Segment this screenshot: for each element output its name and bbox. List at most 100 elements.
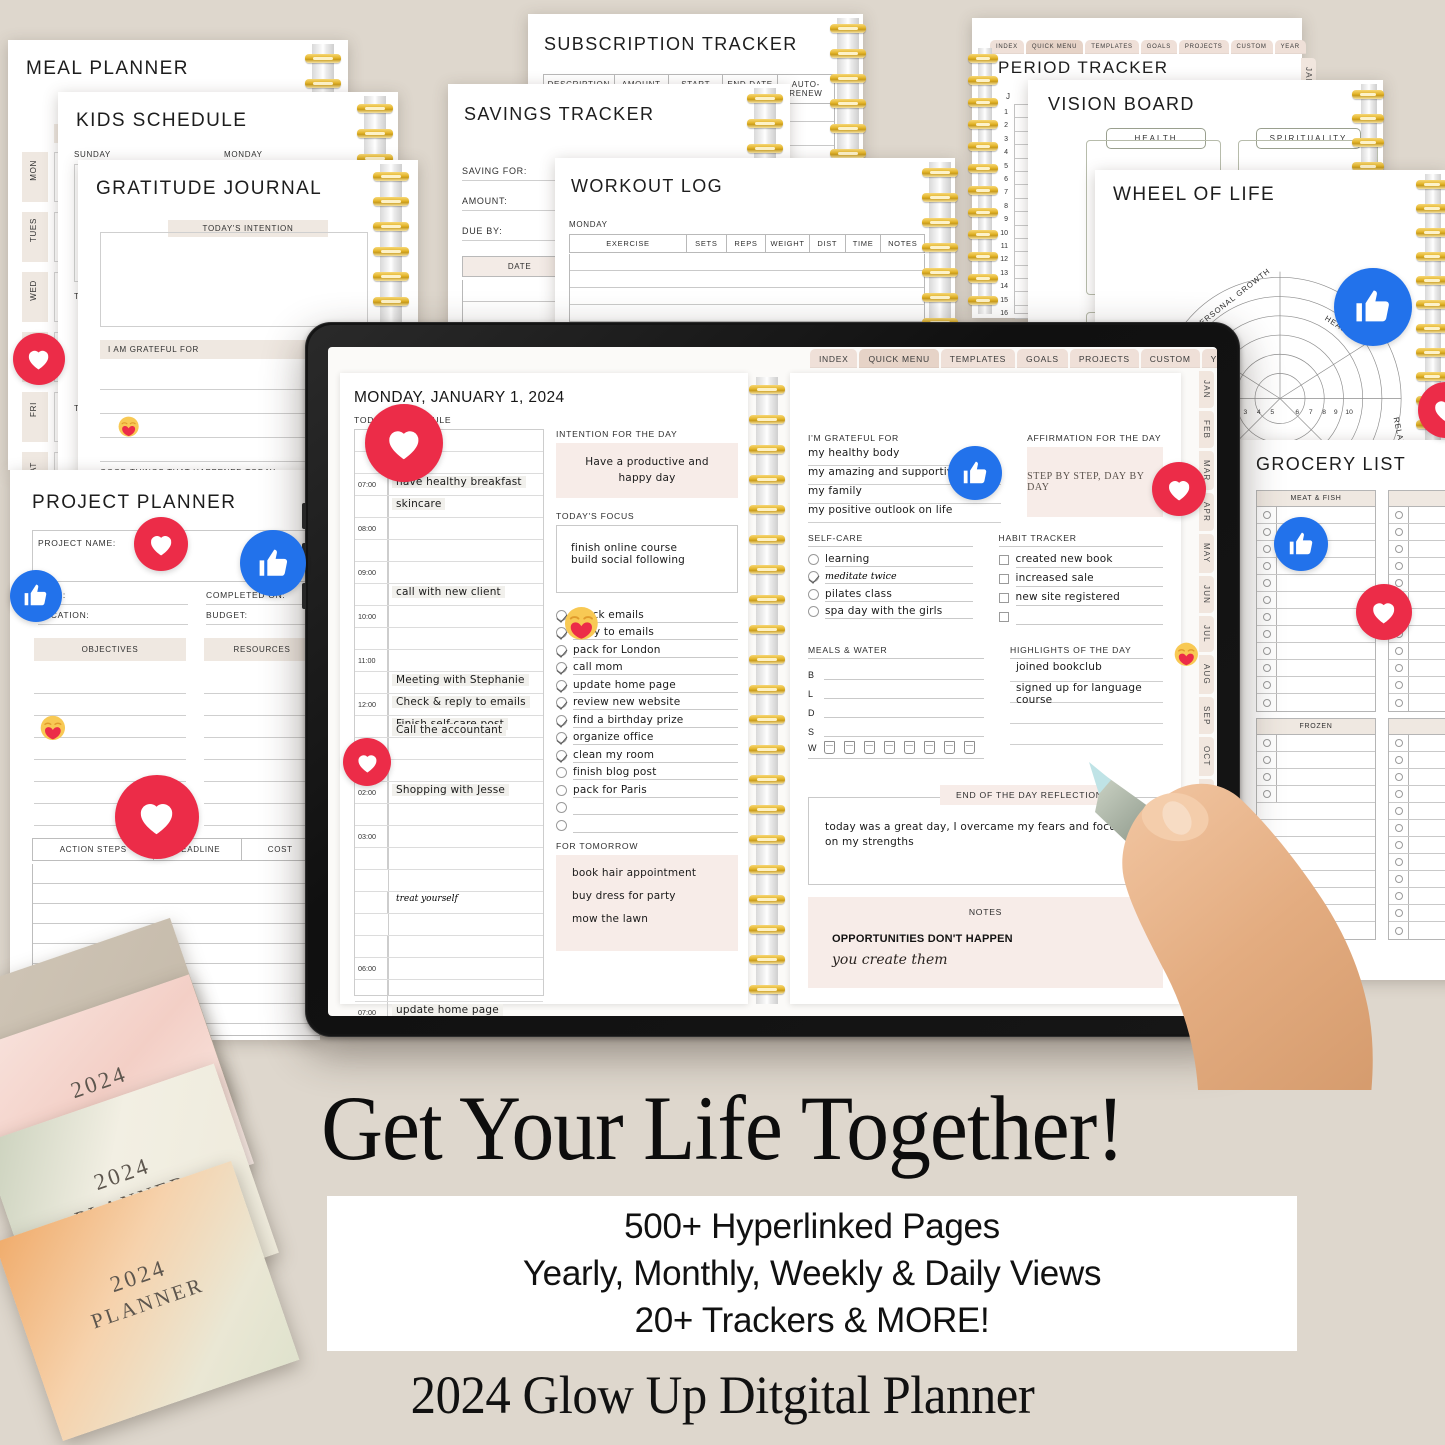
checkbox-icon[interactable] (556, 714, 567, 726)
water-cup-icon[interactable] (944, 741, 955, 754)
checkbox-icon[interactable] (556, 679, 567, 691)
event-6: Call the accountant (392, 724, 507, 736)
reaction-heart[interactable] (365, 404, 443, 482)
grocery-section-frozen: FROZEN (1256, 718, 1376, 735)
tab-templates[interactable]: TEMPLATES (940, 349, 1016, 368)
meal-row: S (808, 718, 984, 737)
svg-text:8: 8 (1322, 409, 1326, 416)
intention-text[interactable]: Have a productive and happy day (556, 443, 738, 498)
reaction-like[interactable] (948, 446, 1002, 500)
kids-schedule-title: KIDS SCHEDULE (76, 110, 248, 131)
checkbox-icon[interactable] (808, 606, 819, 617)
checkbox-icon[interactable] (556, 732, 567, 743)
checkbox-icon[interactable] (556, 662, 567, 673)
meal-row: D (808, 699, 984, 718)
poster-canvas: MEAL PLANNER BREAKFAST LUNCH DINNER MON … (0, 0, 1445, 1445)
reaction-heart[interactable] (1356, 584, 1412, 640)
reaction-heart[interactable] (13, 333, 65, 385)
svg-text:10: 10 (1345, 409, 1353, 416)
month-tab-jan[interactable]: JAN (1199, 371, 1214, 408)
water-cup-icon[interactable] (964, 741, 975, 754)
reaction-care-emoji[interactable] (30, 705, 76, 751)
tab-custom[interactable]: CUSTOM (1230, 40, 1273, 54)
checkbox-icon[interactable] (556, 697, 567, 708)
hand-with-stylus (1089, 762, 1373, 1090)
selfcare-item: meditate twice (808, 567, 973, 584)
reaction-like[interactable] (10, 570, 62, 622)
reaction-care-emoji[interactable] (550, 592, 612, 654)
checkbox-icon[interactable] (556, 802, 567, 813)
tablet-screen[interactable]: INDEX QUICK MENU TEMPLATES GOALS PROJECT… (328, 347, 1217, 1016)
thumbs-up-icon (1356, 290, 1390, 322)
workout-title: WORKOUT LOG (571, 176, 724, 196)
reaction-heart[interactable] (343, 738, 391, 786)
water-cup-icon[interactable] (924, 741, 935, 754)
todo-item: clean my room (556, 745, 738, 763)
product-subline: 2024 Glow Up Ditgital Planner (410, 1365, 1035, 1425)
tab-goals[interactable]: GOALS (1017, 349, 1068, 368)
affirmation-text[interactable]: STEP BY STEP, DAY BY DAY (1027, 447, 1163, 517)
month-tab-jun[interactable]: JUN (1199, 575, 1214, 613)
svg-text:5: 5 (1270, 409, 1274, 416)
tab-quick-menu[interactable]: QUICK MENU (859, 349, 939, 368)
checkbox-icon[interactable] (556, 767, 567, 778)
reaction-like[interactable] (1274, 517, 1328, 571)
bullet-item: 500+ Hyperlinked Pages (624, 1206, 1000, 1246)
tab-year[interactable]: YEAR (1201, 349, 1217, 368)
checkbox-icon[interactable] (998, 574, 1009, 584)
month-tab-sep[interactable]: SEP (1199, 696, 1214, 735)
thumbs-up-icon (963, 461, 987, 484)
meal-planner-title: MEAL PLANNER (26, 58, 189, 79)
grocery-section-2 (1388, 490, 1445, 507)
tab-quick-menu[interactable]: QUICK MENU (1025, 40, 1084, 54)
heart-icon (358, 754, 376, 773)
checkbox-icon[interactable] (998, 555, 1009, 565)
event-2: call with new client (392, 586, 505, 598)
tab-custom[interactable]: CUSTOM (1140, 349, 1200, 368)
workout-col-exercise: EXERCISE (570, 235, 687, 252)
checkbox-icon[interactable] (998, 593, 1009, 603)
water-row: W (808, 737, 984, 759)
reaction-like[interactable] (240, 530, 306, 596)
svg-text:4: 4 (1257, 409, 1261, 416)
water-cup-icon[interactable] (904, 741, 915, 754)
selfcare-item: learning (808, 549, 973, 567)
page-headline: Get Your Life Together! (321, 1077, 1125, 1179)
checkbox-icon[interactable] (808, 553, 819, 565)
water-cup-icon[interactable] (884, 741, 895, 754)
focus-box[interactable]: finish online course build social follow… (556, 525, 738, 593)
time-0300: 03:00 (355, 826, 388, 847)
water-cup-icon[interactable] (824, 741, 835, 754)
water-cup-icon[interactable] (844, 741, 855, 754)
tab-templates[interactable]: TEMPLATES (1085, 40, 1139, 54)
tab-projects[interactable]: PROJECTS (1178, 40, 1229, 54)
grocery-list-title: GROCERY LIST (1256, 454, 1407, 474)
checkbox-icon[interactable] (998, 612, 1009, 622)
grateful-label: I'M GRATEFUL FOR (808, 433, 899, 443)
month-tab-may[interactable]: MAY (1199, 534, 1214, 573)
checkbox-icon[interactable] (556, 784, 567, 796)
reaction-care-emoji[interactable] (1164, 632, 1208, 676)
focus-label: TODAY'S FOCUS (556, 511, 635, 521)
tab-goals[interactable]: GOALS (1140, 40, 1177, 54)
water-cup-icon[interactable] (864, 741, 875, 754)
period-tracker-tabs: INDEX QUICK MENU TEMPLATES GOALS PROJECT… (990, 40, 1306, 54)
checkbox-icon[interactable] (556, 749, 567, 761)
heart-icon (1373, 603, 1395, 624)
tab-projects[interactable]: PROJECTS (1069, 349, 1139, 368)
reaction-heart[interactable] (134, 517, 188, 571)
reaction-care-emoji[interactable] (110, 408, 148, 446)
checkbox-icon[interactable] (556, 819, 567, 831)
checkbox-icon[interactable] (808, 571, 819, 582)
tab-year[interactable]: YEAR (1274, 40, 1306, 54)
savings-field-dueby: DUE BY: (462, 226, 503, 236)
reaction-heart[interactable] (115, 775, 199, 859)
month-tab-feb[interactable]: FEB (1199, 410, 1214, 448)
reaction-like[interactable] (1334, 268, 1412, 346)
reaction-heart[interactable] (1152, 462, 1206, 516)
tab-index[interactable]: INDEX (810, 349, 858, 368)
tab-index[interactable]: INDEX (990, 40, 1024, 54)
selfcare-label: SELF-CARE (808, 533, 973, 547)
tomorrow-box[interactable]: book hair appointment buy dress for part… (556, 855, 738, 951)
checkbox-icon[interactable] (808, 588, 819, 600)
